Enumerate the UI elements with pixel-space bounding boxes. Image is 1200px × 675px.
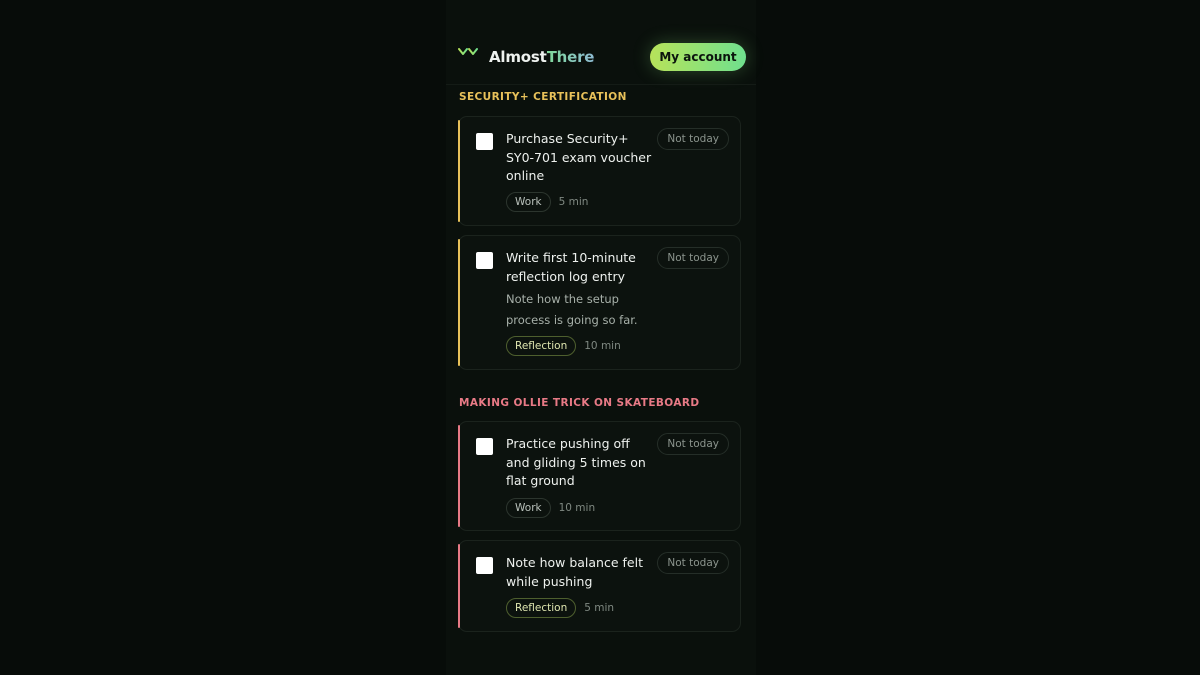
task-meta: Work 10 min bbox=[506, 498, 595, 518]
section-title-skateboard: MAKING OLLIE TRICK ON SKATEBOARD bbox=[459, 397, 700, 409]
brand-name-part2: There bbox=[546, 48, 595, 66]
task-duration: 10 min bbox=[558, 502, 596, 514]
task-card: Practice pushing off and gliding 5 times… bbox=[458, 421, 741, 531]
task-meta: Work 5 min bbox=[506, 192, 588, 212]
header-divider bbox=[446, 84, 756, 85]
task-checkbox[interactable] bbox=[476, 557, 493, 574]
task-card: Purchase Security+ SY0-701 exam voucher … bbox=[458, 116, 741, 226]
task-tag: Work bbox=[506, 498, 551, 518]
app-root: AlmostThere My account SECURITY+ CERTIFI… bbox=[0, 0, 1200, 675]
brand-name-part1: Almost bbox=[489, 48, 547, 66]
task-checkbox[interactable] bbox=[476, 133, 493, 150]
task-duration: 10 min bbox=[584, 340, 621, 352]
task-card: Note how balance felt while pushing Not … bbox=[458, 540, 741, 632]
task-card: Write first 10-minute reflection log ent… bbox=[458, 235, 741, 370]
task-tag: Reflection bbox=[506, 598, 577, 618]
task-tag: Work bbox=[506, 192, 551, 212]
not-today-button[interactable]: Not today bbox=[657, 433, 729, 455]
section-title-security: SECURITY+ CERTIFICATION bbox=[459, 91, 627, 103]
task-title: Purchase Security+ SY0-701 exam voucher … bbox=[506, 131, 652, 183]
task-title: Write first 10-minute reflection log ent… bbox=[506, 250, 636, 284]
task-duration: 5 min bbox=[558, 196, 589, 208]
not-today-button[interactable]: Not today bbox=[657, 552, 729, 574]
sprout-icon bbox=[458, 46, 478, 60]
not-today-button[interactable]: Not today bbox=[657, 247, 729, 269]
task-title: Practice pushing off and gliding 5 times… bbox=[506, 436, 646, 488]
task-title: Note how balance felt while pushing bbox=[506, 555, 643, 589]
task-duration: 5 min bbox=[584, 602, 615, 614]
task-note: Note how the setup process is going so f… bbox=[506, 292, 638, 327]
app-header: AlmostThere My account bbox=[458, 42, 746, 74]
brand-name: AlmostThere bbox=[489, 47, 594, 67]
task-tag: Reflection bbox=[506, 336, 577, 356]
not-today-button[interactable]: Not today bbox=[657, 128, 729, 150]
my-account-button[interactable]: My account bbox=[650, 43, 746, 71]
task-meta: Reflection 10 min bbox=[506, 336, 621, 356]
task-meta: Reflection 5 min bbox=[506, 598, 614, 618]
task-checkbox[interactable] bbox=[476, 252, 493, 269]
task-checkbox[interactable] bbox=[476, 438, 493, 455]
